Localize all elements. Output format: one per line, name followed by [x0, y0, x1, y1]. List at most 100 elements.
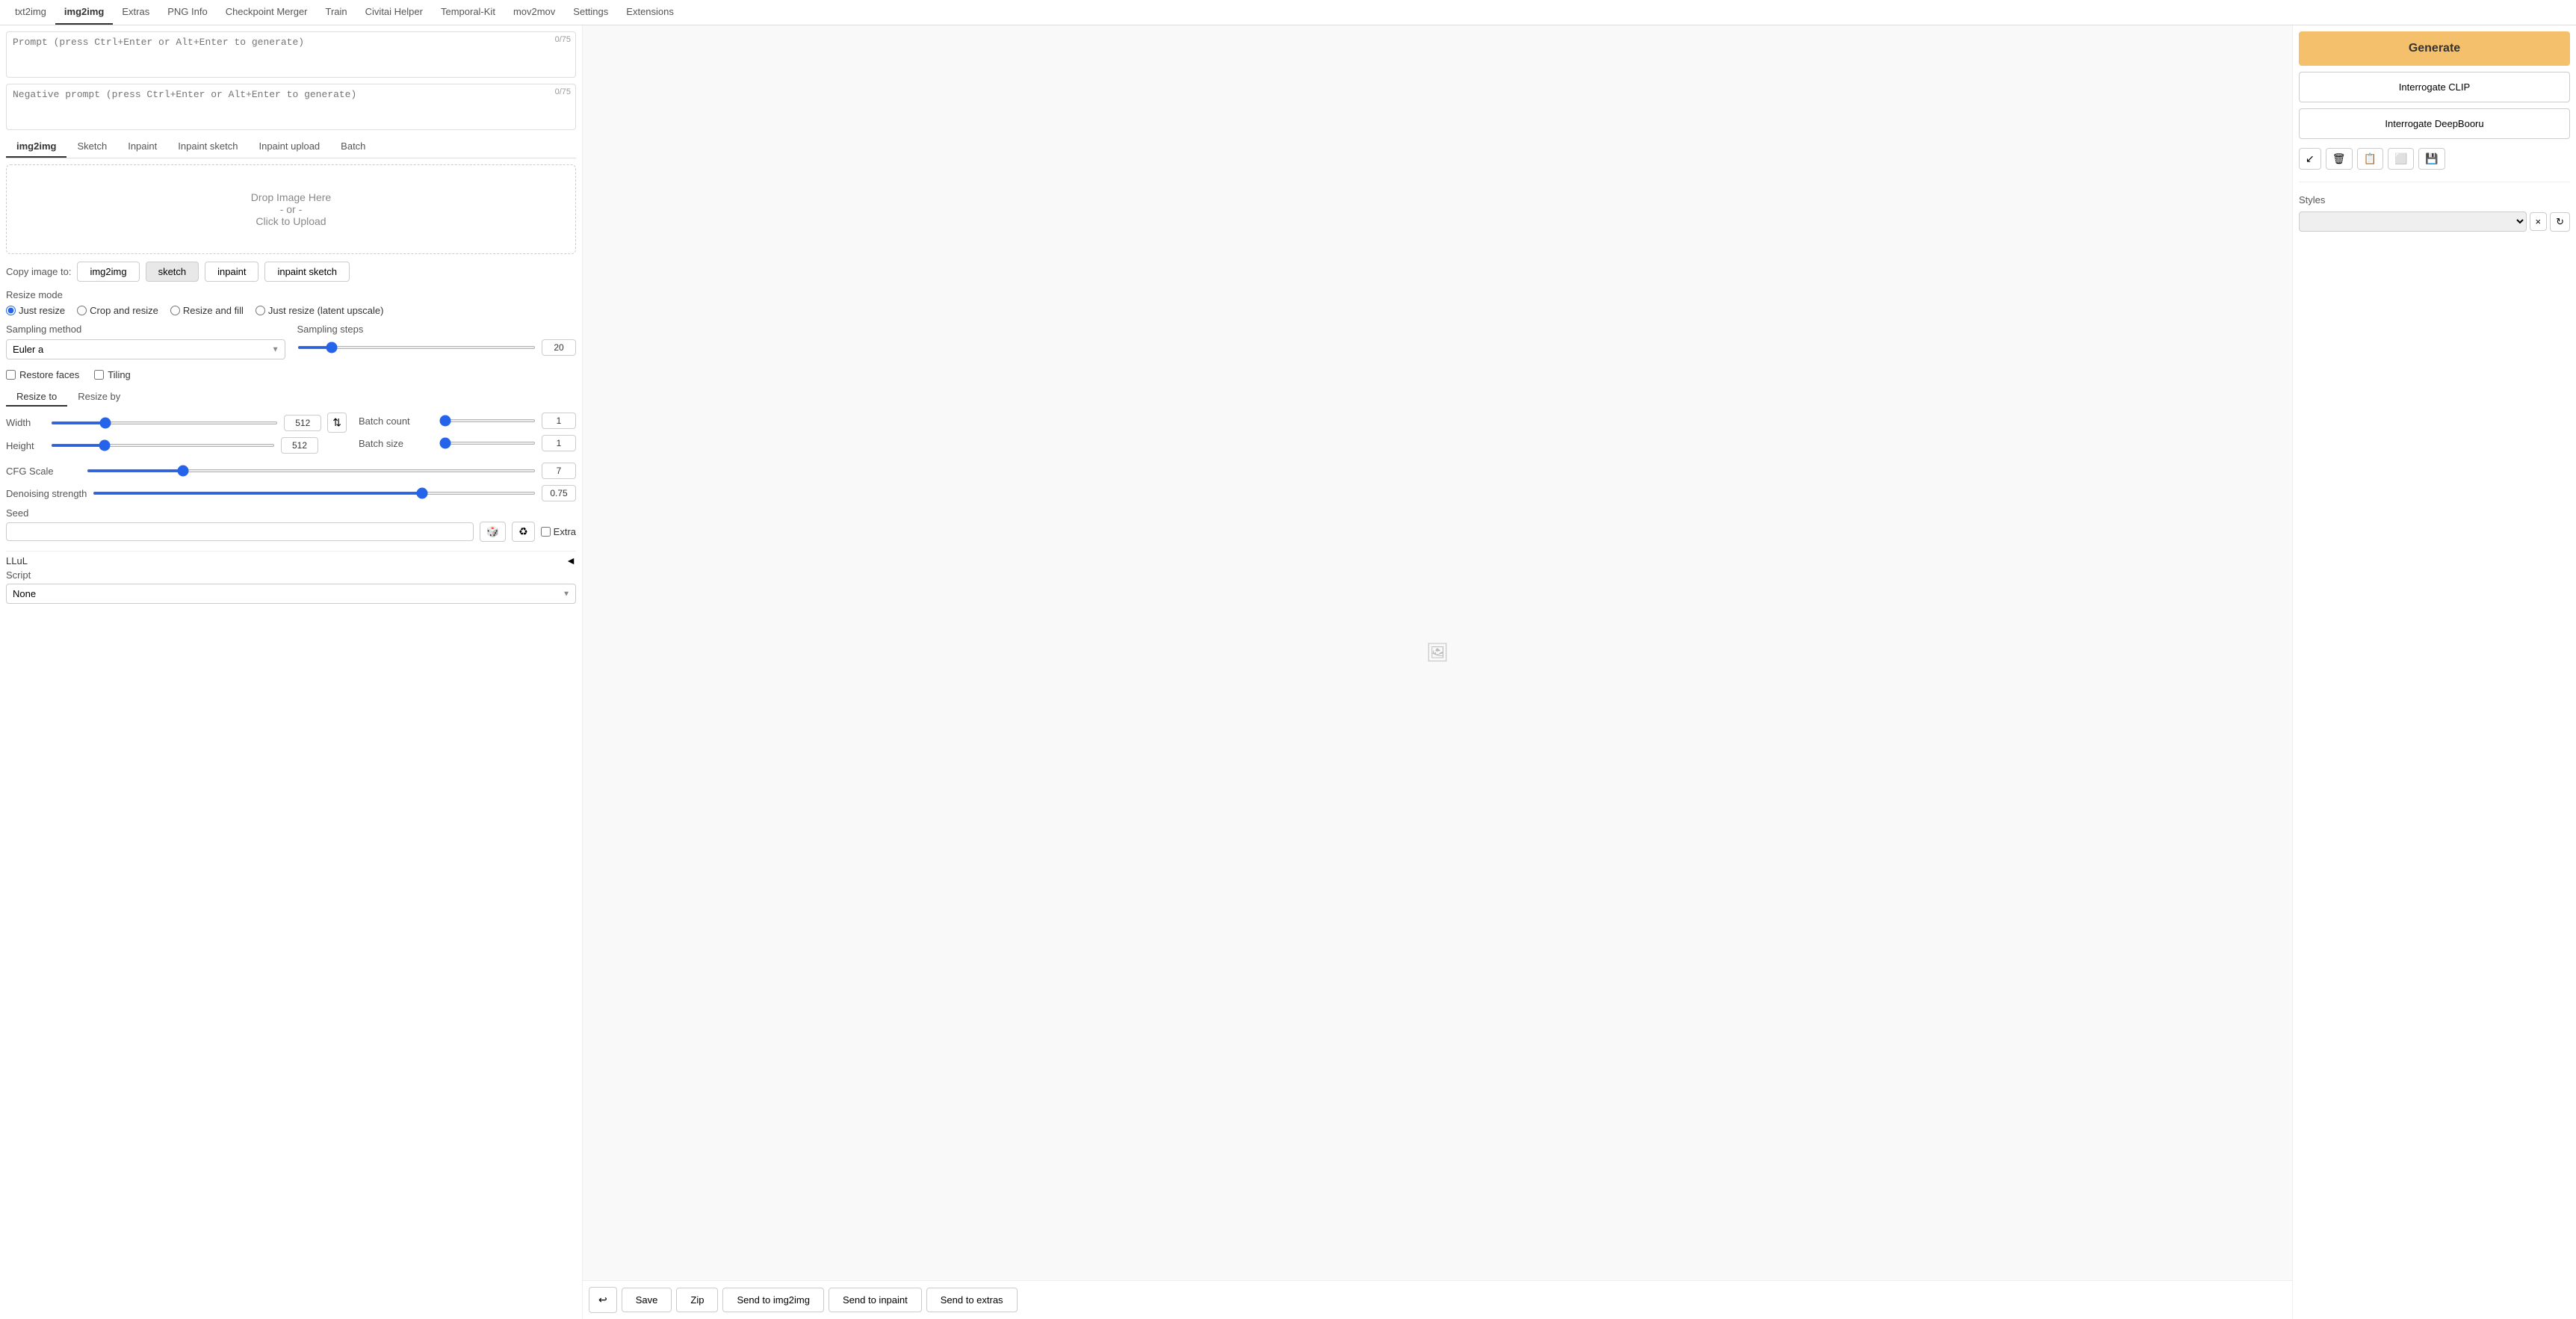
nav-temporal-kit[interactable]: Temporal-Kit — [432, 0, 504, 25]
script-select[interactable]: None — [6, 584, 576, 604]
width-height-col: Width 512 ⇅ Height 512 — [6, 413, 347, 458]
llul-row: LLuL ◄ — [6, 551, 576, 569]
denoising-strength-slider[interactable] — [93, 492, 536, 495]
sampling-steps-value: 20 — [542, 339, 576, 356]
output-placeholder-icon: 🖼 — [1426, 642, 1449, 664]
image-drop-area[interactable]: Drop Image Here - or - Click to Upload — [6, 164, 576, 254]
nav-extensions[interactable]: Extensions — [617, 0, 683, 25]
resize-mode-label: Resize mode — [6, 289, 576, 300]
negative-prompt-input[interactable] — [7, 84, 575, 127]
output-icon-arrow[interactable]: ↙ — [2299, 148, 2321, 170]
tab-batch[interactable]: Batch — [330, 136, 376, 158]
positive-prompt-counter: 0/75 — [555, 35, 571, 44]
nav-extras[interactable]: Extras — [113, 0, 158, 25]
sampling-steps-col: Sampling steps 20 — [297, 324, 577, 362]
script-label: Script — [6, 569, 576, 581]
resize-sub-tabs: Resize to Resize by — [6, 388, 576, 407]
copy-image-row: Copy image to: img2img sketch inpaint in… — [6, 262, 576, 282]
cfg-scale-slider[interactable] — [87, 469, 536, 472]
seed-recycle-button[interactable]: 🎲 — [480, 522, 506, 542]
styles-close-button[interactable]: × — [2530, 212, 2548, 231]
seed-label: Seed — [6, 507, 576, 519]
denoising-strength-value: 0.75 — [542, 485, 576, 501]
output-icon-save[interactable]: 💾 — [2418, 148, 2445, 170]
zip-button[interactable]: Zip — [676, 1288, 718, 1312]
nav-settings[interactable]: Settings — [564, 0, 617, 25]
batch-size-slider[interactable] — [439, 442, 536, 445]
nav-txt2img[interactable]: txt2img — [6, 0, 55, 25]
output-icon-trash[interactable]: 🗑 — [2326, 148, 2353, 170]
sampling-method-label: Sampling method — [6, 324, 285, 335]
nav-mov2mov[interactable]: mov2mov — [504, 0, 564, 25]
width-value: 512 — [284, 415, 321, 431]
tab-inpaint-sketch[interactable]: Inpaint sketch — [167, 136, 248, 158]
width-label: Width — [6, 417, 45, 428]
radio-resize-fill[interactable]: Resize and fill — [170, 305, 244, 316]
checkbox-row: Restore faces Tiling — [6, 369, 576, 380]
batch-size-row: Batch size 1 — [359, 435, 576, 451]
seed-input[interactable]: -1 — [6, 522, 474, 541]
tab-img2img[interactable]: img2img — [6, 136, 66, 158]
copy-to-inpaint[interactable]: inpaint — [205, 262, 258, 282]
width-slider[interactable] — [51, 421, 278, 424]
copy-to-img2img[interactable]: img2img — [77, 262, 139, 282]
seed-extra-check[interactable]: Extra — [541, 526, 576, 537]
drop-line2: - or - — [280, 203, 303, 215]
positive-prompt-input[interactable] — [7, 32, 575, 75]
send-to-inpaint-button[interactable]: Send to inpaint — [829, 1288, 922, 1312]
width-row: Width 512 ⇅ — [6, 413, 347, 433]
arrow-back-button[interactable]: ↩ — [589, 1287, 617, 1313]
script-select-wrap: None — [6, 584, 576, 604]
output-panel: 🖼 ↩ Save Zip Send to img2img Send to inp… — [583, 25, 2292, 1319]
tiling-check[interactable]: Tiling — [94, 369, 131, 380]
interrogate-deepbooru-button[interactable]: Interrogate DeepBooru — [2299, 108, 2570, 139]
radio-latent-upscale[interactable]: Just resize (latent upscale) — [256, 305, 384, 316]
height-slider[interactable] — [51, 444, 275, 447]
tab-inpaint-upload[interactable]: Inpaint upload — [248, 136, 330, 158]
output-icon-grid[interactable]: ⬜ — [2388, 148, 2414, 170]
radio-just-resize[interactable]: Just resize — [6, 305, 65, 316]
copy-image-label: Copy image to: — [6, 266, 71, 277]
swap-dimensions-button[interactable]: ⇅ — [327, 413, 347, 433]
top-nav: txt2img img2img Extras PNG Info Checkpoi… — [0, 0, 2576, 25]
styles-select[interactable] — [2299, 211, 2527, 232]
output-icon-copy[interactable]: 📋 — [2357, 148, 2383, 170]
copy-to-sketch[interactable]: sketch — [146, 262, 199, 282]
height-row: Height 512 — [6, 437, 347, 454]
drop-line1: Drop Image Here — [251, 191, 331, 203]
sampling-method-select[interactable]: Euler aEulerLMSHeunDPM2DPM2 aDPM++ 2S aD… — [6, 339, 285, 359]
nav-pnginfo[interactable]: PNG Info — [158, 0, 216, 25]
seed-dice-button[interactable]: ♻ — [512, 522, 535, 542]
nav-train[interactable]: Train — [317, 0, 356, 25]
output-image-area: 🖼 — [583, 25, 2292, 1281]
nav-civitai-helper[interactable]: Civitai Helper — [356, 0, 432, 25]
radio-crop-resize[interactable]: Crop and resize — [77, 305, 158, 316]
tab-sketch[interactable]: Sketch — [66, 136, 117, 158]
denoising-strength-row: Denoising strength 0.75 — [6, 485, 576, 501]
send-to-extras-button[interactable]: Send to extras — [926, 1288, 1018, 1312]
negative-prompt-box: 0/75 — [6, 84, 576, 130]
negative-prompt-counter: 0/75 — [555, 87, 571, 96]
cfg-scale-label: CFG Scale — [6, 466, 81, 477]
send-to-img2img-button[interactable]: Send to img2img — [722, 1288, 824, 1312]
nav-img2img[interactable]: img2img — [55, 0, 113, 25]
batch-count-slider[interactable] — [439, 419, 536, 422]
llul-collapse-button[interactable]: ◄ — [566, 555, 576, 566]
tab-inpaint[interactable]: Inpaint — [117, 136, 167, 158]
llul-label: LLuL — [6, 555, 28, 566]
bottom-buttons: ↩ Save Zip Send to img2img Send to inpai… — [583, 1281, 2292, 1319]
generate-button[interactable]: Generate — [2299, 31, 2570, 66]
restore-faces-check[interactable]: Restore faces — [6, 369, 79, 380]
copy-to-inpaint-sketch[interactable]: inpaint sketch — [264, 262, 350, 282]
sub-tab-resize-by[interactable]: Resize by — [67, 388, 131, 407]
interrogate-clip-button[interactable]: Interrogate CLIP — [2299, 72, 2570, 102]
save-button[interactable]: Save — [622, 1288, 672, 1312]
height-value: 512 — [281, 437, 318, 454]
sampling-method-select-wrap: Euler aEulerLMSHeunDPM2DPM2 aDPM++ 2S aD… — [6, 339, 285, 359]
sampling-method-col: Sampling method Euler aEulerLMSHeunDPM2D… — [6, 324, 285, 359]
far-right-panel: Generate Interrogate CLIP Interrogate De… — [2292, 25, 2576, 1319]
sub-tab-resize-to[interactable]: Resize to — [6, 388, 67, 407]
nav-checkpoint-merger[interactable]: Checkpoint Merger — [217, 0, 317, 25]
styles-refresh-button[interactable]: ↻ — [2550, 212, 2570, 232]
sampling-steps-slider[interactable] — [297, 346, 536, 349]
